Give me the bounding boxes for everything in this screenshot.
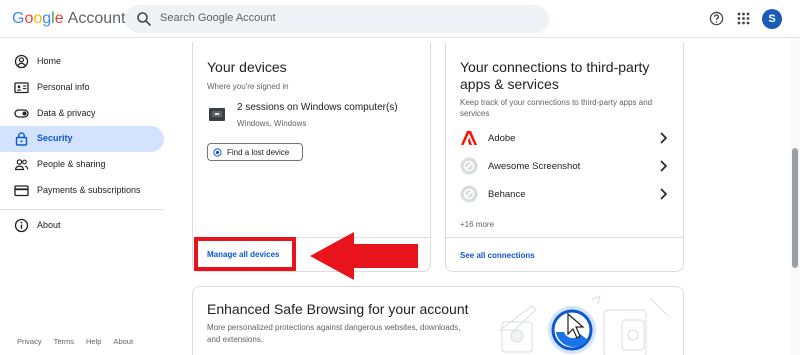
- computer-icon: [209, 108, 225, 121]
- id-card-icon: [14, 82, 29, 94]
- sidebar-item-payments[interactable]: Payments & subscriptions: [0, 178, 164, 204]
- home-icon: [14, 54, 29, 69]
- safe-browsing-desc-line2: and extensions.: [207, 335, 264, 344]
- apps-grid-icon[interactable]: [737, 12, 750, 25]
- sidebar-item-security[interactable]: Security: [0, 126, 164, 152]
- info-icon: [14, 218, 29, 233]
- chevron-right-icon: [660, 160, 668, 172]
- locate-icon: [213, 148, 222, 157]
- avatar[interactable]: S: [762, 9, 782, 29]
- search-input[interactable]: Search Google Account: [125, 5, 549, 33]
- sidebar-item-home[interactable]: Home: [0, 49, 164, 75]
- sidebar-item-label: Payments & subscriptions: [37, 185, 141, 195]
- logo-letter: o: [33, 10, 43, 27]
- sidebar-item-label: Personal info: [37, 82, 90, 92]
- safe-browsing-title: Enhanced Safe Browsing for your account: [207, 301, 469, 317]
- sidebar-item-label: People & sharing: [37, 159, 106, 169]
- find-lost-device-button[interactable]: Find a lost device: [207, 143, 303, 161]
- safe-browsing-illustration-icon: [498, 295, 669, 355]
- help-icon[interactable]: [709, 11, 724, 26]
- scrollbar-thumb[interactable]: [792, 148, 798, 268]
- sidebar-item-label: About: [37, 220, 61, 230]
- session-subtitle: Windows, Windows: [237, 119, 307, 128]
- devices-card-title: Your devices: [207, 59, 287, 75]
- sidebar-item-label: Security: [37, 133, 73, 143]
- connection-label: Awesome Screenshot: [488, 161, 581, 172]
- see-all-connections-link[interactable]: See all connections: [460, 251, 535, 260]
- connection-label: Behance: [488, 189, 526, 200]
- sidebar-item-data-privacy[interactable]: Data & privacy: [0, 101, 164, 127]
- lock-icon: [15, 132, 28, 146]
- chevron-right-icon: [660, 132, 668, 144]
- sidebar-item-people-sharing[interactable]: People & sharing: [0, 152, 164, 178]
- logo-letter: g: [42, 10, 52, 27]
- toggle-icon: [14, 109, 29, 118]
- annotation-arrow-icon: [310, 232, 418, 280]
- footer-links: Privacy Terms Help About: [17, 337, 145, 346]
- footer-link-privacy[interactable]: Privacy: [17, 337, 42, 346]
- connections-card-desc-line2: services: [460, 109, 490, 118]
- sidebar-divider: [0, 209, 164, 210]
- connection-item-awesome-screenshot[interactable]: Awesome Screenshot: [446, 153, 683, 179]
- sidebar-item-about[interactable]: About: [0, 213, 164, 239]
- page-scrollbar[interactable]: [790, 38, 800, 355]
- connection-item-behance[interactable]: Behance: [446, 181, 683, 207]
- chevron-right-icon: [660, 188, 668, 200]
- connection-item-adobe[interactable]: Adobe: [446, 125, 683, 151]
- people-icon: [14, 159, 29, 171]
- google-account-logo[interactable]: Google Account: [12, 10, 125, 28]
- connections-card-desc-line1: Keep track of your connections to third-…: [460, 98, 653, 107]
- app-placeholder-icon: [460, 185, 478, 203]
- adobe-icon: [461, 131, 477, 145]
- footer-link-terms[interactable]: Terms: [54, 337, 74, 346]
- more-connections-count: +16 more: [460, 220, 495, 229]
- credit-card-icon: [14, 185, 29, 197]
- safe-browsing-desc-line1: More personalized protections against da…: [207, 323, 461, 332]
- devices-card-subtitle: Where you're signed in: [207, 82, 289, 91]
- top-app-bar: Google Account Search Google Account S: [0, 0, 800, 38]
- find-lost-device-label: Find a lost device: [227, 148, 290, 157]
- logo-letter: e: [54, 10, 64, 27]
- connections-card-title-line2: apps & services: [460, 76, 559, 92]
- search-icon: [137, 12, 151, 26]
- sidebar-item-label: Home: [37, 56, 62, 66]
- logo-suffix: Account: [67, 10, 126, 27]
- connection-label: Adobe: [488, 133, 516, 144]
- annotation-highlight-box: [194, 237, 296, 271]
- card-divider: [446, 237, 683, 238]
- footer-link-help[interactable]: Help: [86, 337, 101, 346]
- connections-card-title-line1: Your connections to third-party: [460, 59, 650, 75]
- safe-browsing-description: More personalized protections against da…: [207, 322, 497, 346]
- logo-letter: G: [12, 10, 25, 27]
- search-placeholder: Search Google Account: [160, 12, 276, 24]
- sidebar-item-personal-info[interactable]: Personal info: [0, 75, 164, 101]
- app-placeholder-icon: [460, 157, 478, 175]
- session-title[interactable]: 2 sessions on Windows computer(s): [237, 102, 398, 113]
- sidebar-item-label: Data & privacy: [37, 108, 96, 118]
- footer-link-about[interactable]: About: [113, 337, 133, 346]
